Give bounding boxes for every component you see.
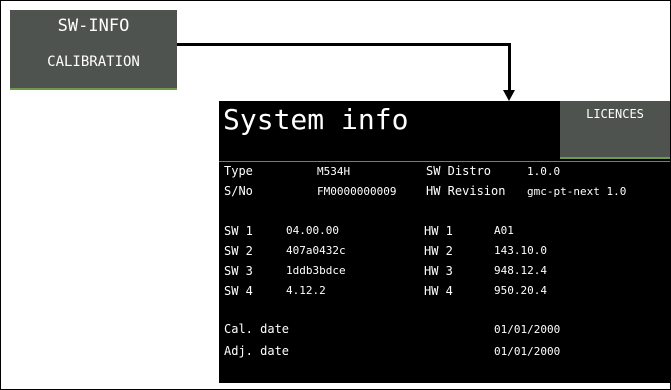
sw-4-label: SW 4 <box>224 284 253 298</box>
adj-date-label: Adj. date <box>224 344 290 358</box>
sw-2-label: SW 2 <box>224 244 253 258</box>
sw-1-label: SW 1 <box>224 224 253 238</box>
cal-date-label: Cal. date <box>224 322 290 336</box>
hw-1-value: A01 <box>494 224 514 237</box>
sw-info-button[interactable]: SW-INFO <box>10 16 177 36</box>
connector-line-vertical <box>508 43 511 91</box>
calibration-button[interactable]: CALIBRATION <box>10 54 177 70</box>
type-label: Type <box>224 164 253 178</box>
hw-2-value: 143.10.0 <box>494 244 547 257</box>
connector-line <box>177 43 511 46</box>
adj-date-value: 01/01/2000 <box>494 345 561 358</box>
hw-3-label: HW 3 <box>424 264 453 278</box>
sw-4-value: 4.12.2 <box>286 284 326 297</box>
sw-3-value: 1ddb3bdce <box>286 264 346 277</box>
sw-distro-label: SW Distro <box>426 164 492 178</box>
hw-4-value: 950.20.4 <box>494 284 547 297</box>
header-divider <box>219 161 670 162</box>
page-title: System info <box>223 103 409 136</box>
hw-3-value: 948.12.4 <box>494 264 547 277</box>
type-value: M534H <box>317 165 351 178</box>
cal-date-value: 01/01/2000 <box>494 323 561 336</box>
serial-label: S/No <box>224 184 253 198</box>
serial-value: FM0000000009 <box>317 185 397 198</box>
licences-button[interactable]: LICENCES <box>560 101 670 159</box>
arrow-down-icon <box>503 90 515 101</box>
sw-2-value: 407a0432c <box>286 244 346 257</box>
hw-revision-value: gmc-pt-next 1.0 <box>527 185 627 198</box>
hw-4-label: HW 4 <box>424 284 453 298</box>
sw-3-label: SW 3 <box>224 264 253 278</box>
hw-1-label: HW 1 <box>424 224 453 238</box>
menu-panel: SW-INFO CALIBRATION <box>10 10 177 90</box>
hw-revision-label: HW Revision <box>426 184 506 198</box>
sw-distro-value: 1.0.0 <box>527 165 561 178</box>
system-info-screen: System info LICENCES Type M534H SW Distr… <box>219 101 670 383</box>
sw-1-value: 04.00.00 <box>286 224 339 237</box>
hw-2-label: HW 2 <box>424 244 453 258</box>
